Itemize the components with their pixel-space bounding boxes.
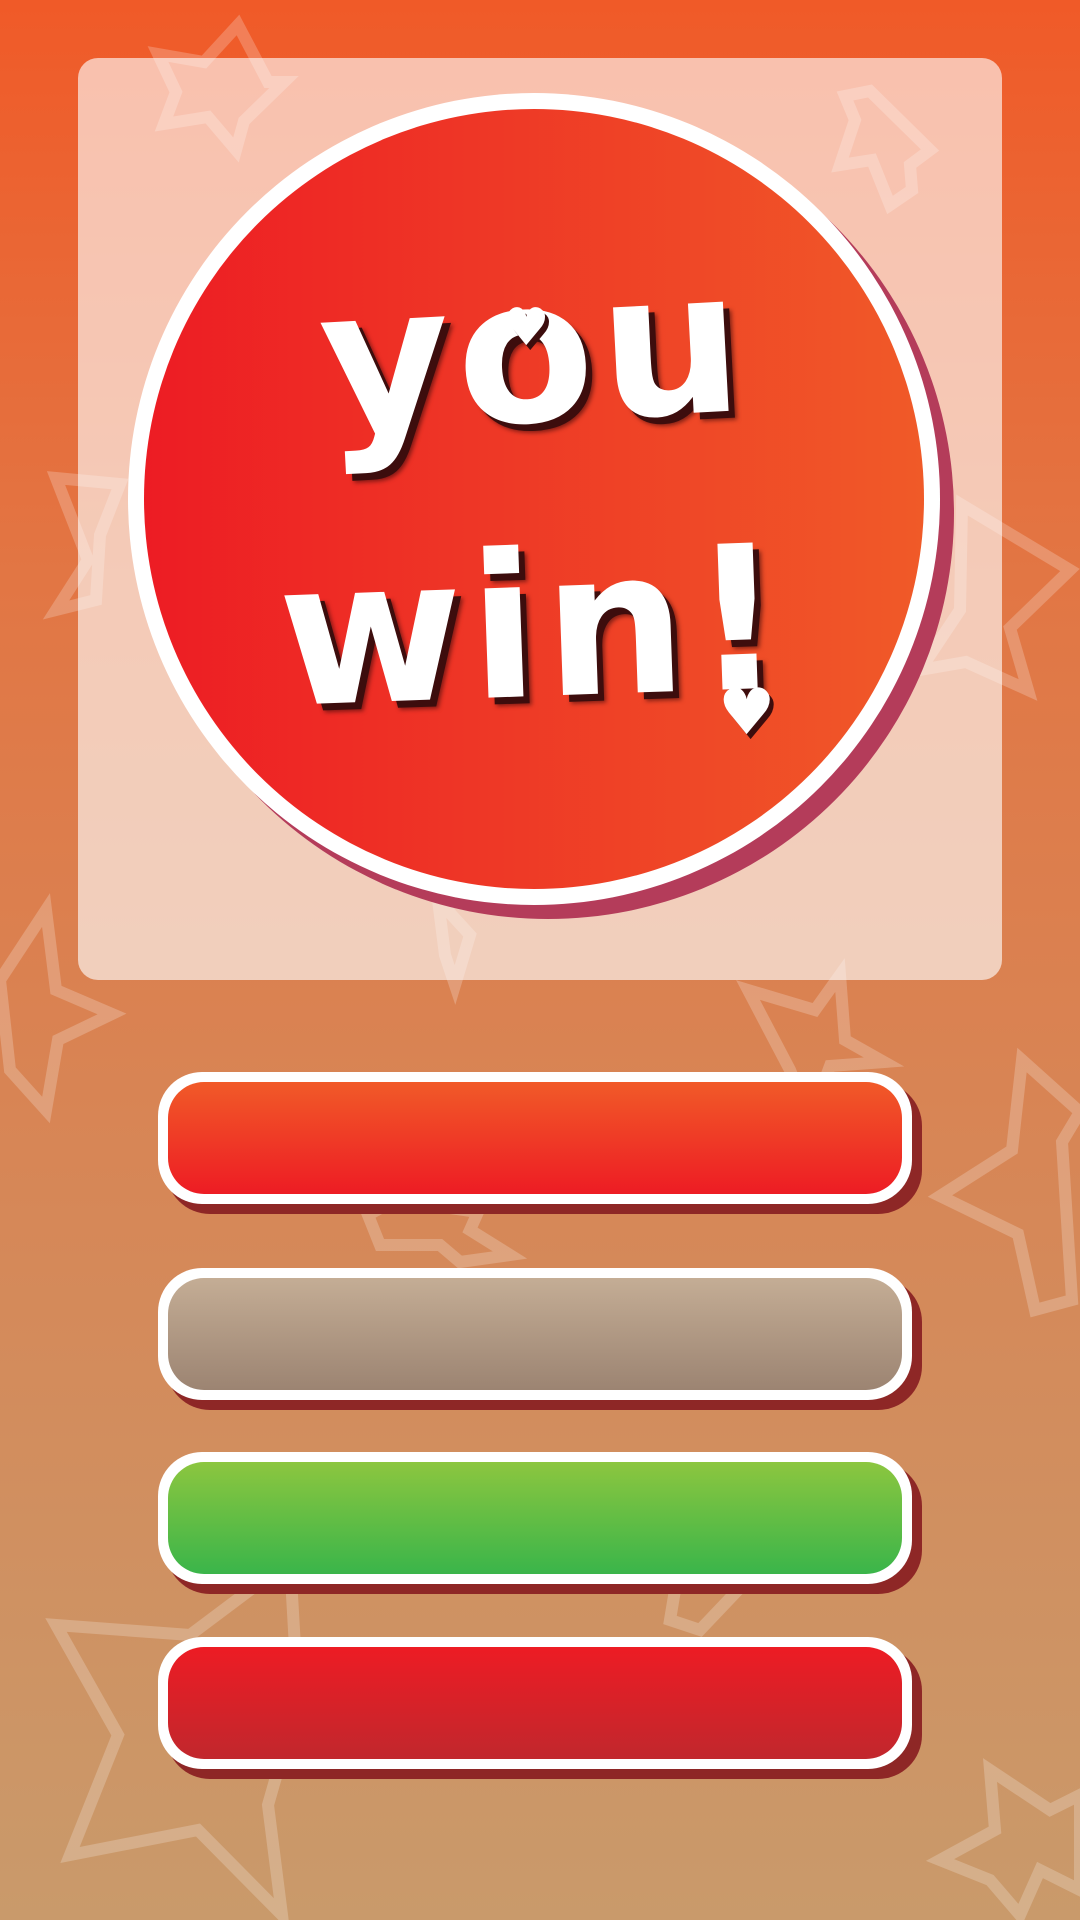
heart-icon: ♥ <box>718 676 776 750</box>
menu-button-3[interactable] <box>158 1452 922 1594</box>
you-win-badge: YOU WIN! ♥ ♥ <box>128 93 954 919</box>
button-label <box>168 1462 902 1574</box>
button-label <box>168 1647 902 1759</box>
menu-button-2[interactable] <box>158 1268 922 1410</box>
menu-button-4[interactable] <box>158 1637 922 1779</box>
star-icon <box>925 1758 1080 1920</box>
win-text: WIN! <box>274 502 794 753</box>
menu-button-1[interactable] <box>158 1072 922 1214</box>
heart-icon: ♥ <box>503 298 550 358</box>
star-icon <box>927 1047 1080 1318</box>
button-label <box>168 1278 902 1390</box>
badge-ring: YOU WIN! ♥ ♥ <box>128 93 940 905</box>
button-label <box>168 1082 902 1194</box>
